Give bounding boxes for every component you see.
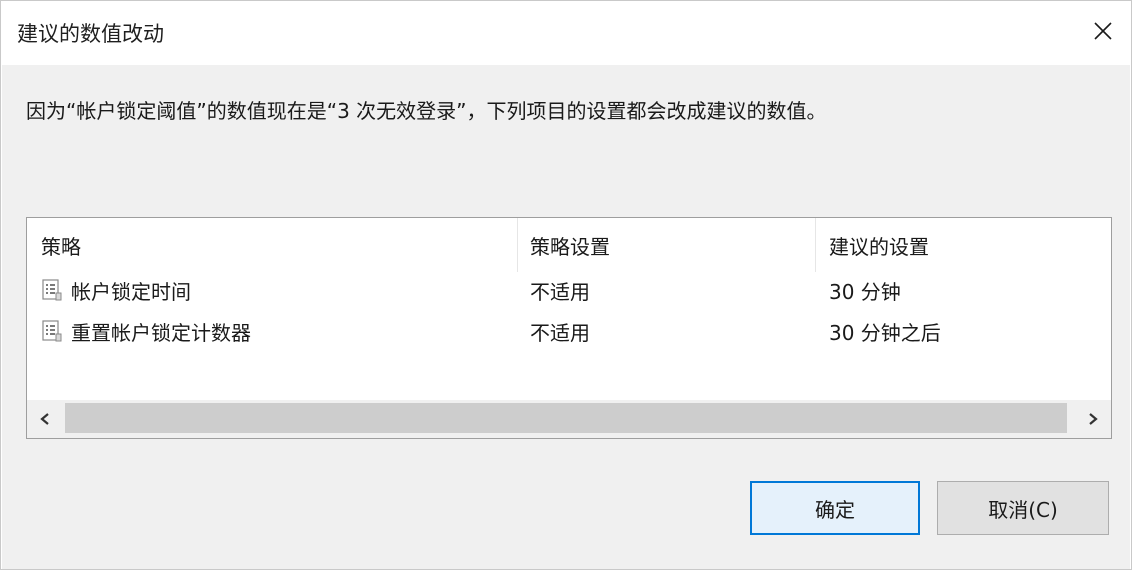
- chevron-right-icon: [1089, 413, 1098, 425]
- policy-setting-cell: 不适用: [530, 320, 590, 345]
- column-header-policy[interactable]: 策略: [41, 218, 517, 272]
- suggested-setting-cell: 30 分钟: [829, 279, 901, 304]
- table-row[interactable]: 重置帐户锁定计数器 不适用 30 分钟之后: [27, 311, 1111, 351]
- policy-document-icon: [42, 279, 62, 301]
- info-message: 因为“帐户锁定阈值”的数值现在是“3 次无效登录”，下列项目的设置都会改成建议的…: [26, 99, 827, 123]
- policy-document-icon: [42, 320, 62, 342]
- close-button[interactable]: [1083, 11, 1123, 51]
- policy-name-cell: 重置帐户锁定计数器: [41, 311, 251, 351]
- scroll-thumb[interactable]: [65, 403, 1067, 433]
- policy-name-cell: 帐户锁定时间: [41, 270, 191, 310]
- dialog-window: 建议的数值改动 因为“帐户锁定阈值”的数值现在是“3 次无效登录”，下列项目的设…: [0, 0, 1132, 570]
- policy-setting-cell: 不适用: [530, 279, 590, 304]
- title-bar: 建议的数值改动: [1, 1, 1131, 65]
- scroll-left-button[interactable]: [27, 400, 63, 438]
- dialog-title: 建议的数值改动: [17, 22, 164, 46]
- close-icon: [1094, 22, 1112, 40]
- policy-name: 帐户锁定时间: [71, 279, 191, 304]
- horizontal-scrollbar[interactable]: [27, 400, 1111, 438]
- policy-list[interactable]: 策略 策略设置 建议的设置 帐户锁定时间 不适用 30 分钟 重置帐户锁定计数器…: [26, 217, 1112, 439]
- suggested-setting-cell: 30 分钟之后: [829, 320, 941, 345]
- dialog-body: 因为“帐户锁定阈值”的数值现在是“3 次无效登录”，下列项目的设置都会改成建议的…: [2, 65, 1130, 569]
- table-row[interactable]: 帐户锁定时间 不适用 30 分钟: [27, 270, 1111, 310]
- chevron-left-icon: [40, 413, 49, 425]
- cancel-button[interactable]: 取消(C): [937, 481, 1109, 535]
- ok-button[interactable]: 确定: [750, 481, 920, 535]
- column-separator[interactable]: [517, 218, 518, 272]
- column-header-policy-setting[interactable]: 策略设置: [530, 218, 815, 272]
- scroll-right-button[interactable]: [1075, 400, 1111, 438]
- policy-name: 重置帐户锁定计数器: [71, 320, 251, 345]
- column-separator[interactable]: [815, 218, 816, 272]
- column-header-suggested-setting[interactable]: 建议的设置: [829, 218, 1099, 272]
